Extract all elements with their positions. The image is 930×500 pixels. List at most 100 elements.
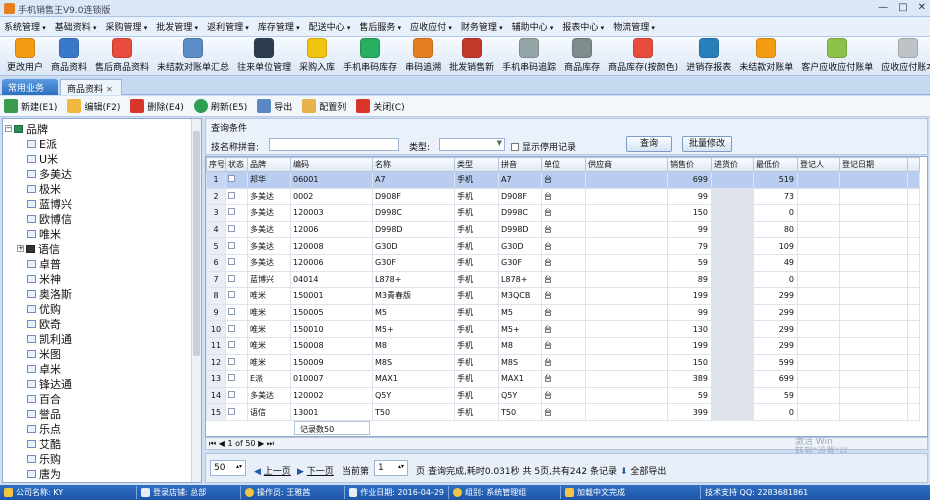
column-header[interactable]: 进货价: [711, 157, 754, 172]
next-icon[interactable]: ▶: [256, 439, 264, 448]
row-checkbox[interactable]: [228, 274, 235, 282]
menu-item-7[interactable]: 售后服务: [359, 20, 401, 33]
column-header[interactable]: 拼音: [498, 157, 542, 172]
table-row[interactable]: 1 邦华 06001 A7 手机 A7 台 699 519: [206, 171, 920, 189]
tree-item[interactable]: 米神: [27, 271, 61, 286]
tree-item[interactable]: E派: [27, 136, 57, 151]
row-checkbox[interactable]: [228, 208, 235, 216]
row-checkbox[interactable]: [228, 407, 235, 415]
menu-item-6[interactable]: 配送中心: [309, 20, 351, 33]
tree-item[interactable]: 乐点: [27, 421, 61, 436]
close-tab-icon[interactable]: ✕: [106, 85, 113, 94]
menu-item-11[interactable]: 报表中心: [562, 20, 604, 33]
tree-item[interactable]: 米图: [27, 346, 61, 361]
tree-item[interactable]: 唯米: [27, 226, 61, 241]
column-header[interactable]: 品牌: [247, 157, 291, 172]
tree-root[interactable]: − 品牌: [5, 121, 48, 136]
tree-item[interactable]: 乐购: [27, 451, 61, 466]
table-row[interactable]: 14 多美达 120002 Q5Y 手机 Q5Y 台 59 59: [206, 386, 920, 405]
table-row[interactable]: 2 多美达 0002 D908F 手机 D908F 台 99 73: [206, 187, 920, 206]
edit-button[interactable]: 编辑(F2): [67, 99, 120, 113]
menu-item-2[interactable]: 采购管理: [106, 20, 148, 33]
toolbar-button-9[interactable]: 手机串码追踪: [498, 37, 560, 75]
spinner-icon[interactable]: ▴▾: [236, 463, 242, 470]
tree-scrollbar[interactable]: [191, 119, 201, 482]
tree-item[interactable]: 极米: [27, 181, 61, 196]
tree-item[interactable]: 锋达通: [27, 376, 72, 391]
row-checkbox[interactable]: [228, 191, 235, 199]
toolbar-button-3[interactable]: 未结款对账单汇总: [153, 37, 233, 75]
toolbar-button-15[interactable]: 应收应付账本: [877, 37, 930, 75]
new-button[interactable]: 新建(E1): [4, 99, 57, 113]
menu-item-8[interactable]: 应收应付: [410, 20, 452, 33]
query-button[interactable]: 查询: [626, 136, 672, 152]
toolbar-button-13[interactable]: 未结款对账单: [735, 37, 797, 75]
toolbar-button-10[interactable]: 商品库存: [560, 37, 604, 75]
table-row[interactable]: 4 多美达 12006 D998D 手机 D998D 台 99 80: [206, 220, 920, 239]
row-checkbox[interactable]: [228, 175, 235, 183]
prev-icon[interactable]: ◀: [219, 439, 228, 448]
column-header[interactable]: 销售价: [667, 157, 712, 172]
menu-item-5[interactable]: 库存管理: [258, 20, 300, 33]
maximize-button[interactable]: □: [898, 2, 907, 13]
tree-item[interactable]: 誉品: [27, 406, 61, 421]
column-header[interactable]: 编码: [290, 157, 373, 172]
table-row[interactable]: 9 唯米 150005 M5 手机 M5 台 99 299: [206, 303, 920, 322]
table-row[interactable]: 8 唯米 150001 M3青春版 手机 M3QCB 台 199 299: [206, 287, 920, 305]
tree-scroll-thumb[interactable]: [193, 131, 200, 356]
table-row[interactable]: 6 多美达 120006 G30F 手机 G30F 台 59 49: [206, 253, 920, 272]
toolbar-button-7[interactable]: 串码追溯: [401, 37, 445, 75]
tree-item[interactable]: 蓝博兴: [27, 196, 72, 211]
row-checkbox[interactable]: [228, 291, 235, 299]
toolbar-button-0[interactable]: 更改用户: [3, 37, 47, 75]
row-checkbox[interactable]: [228, 225, 235, 233]
table-row[interactable]: 12 唯米 150009 M8S 手机 M8S 台 150 599: [206, 353, 920, 372]
tree-item[interactable]: 奥洛斯: [27, 286, 72, 301]
refresh-button[interactable]: 刷新(E5): [193, 99, 247, 113]
menu-item-12[interactable]: 物流管理: [613, 20, 655, 33]
toolbar-button-11[interactable]: 商品库存(按颜色): [604, 37, 682, 75]
column-header[interactable]: 状态: [225, 157, 248, 172]
show-disabled-checkbox[interactable]: 显示停用记录: [511, 140, 576, 153]
toolbar-button-4[interactable]: 往来单位管理: [233, 37, 295, 75]
first-page-icon[interactable]: ⏮: [209, 439, 219, 449]
current-page-input[interactable]: 1 ▴▾: [374, 460, 408, 476]
column-header[interactable]: 名称: [372, 157, 455, 172]
toolbar-button-2[interactable]: 售后商品资料: [91, 37, 153, 75]
table-row[interactable]: 5 多美达 120008 G30D 手机 G30D 台 79 109: [206, 237, 920, 255]
next-page-button[interactable]: ▶ 下一页: [297, 464, 334, 477]
delete-button[interactable]: 删除(E4): [130, 99, 184, 113]
column-header[interactable]: 序号: [206, 157, 226, 172]
tree-item[interactable]: 优购: [27, 301, 61, 316]
prev-page-button[interactable]: ◀ 上一页: [254, 464, 291, 477]
tab-common-business[interactable]: 常用业务: [2, 79, 58, 95]
tree-item[interactable]: + 语信: [17, 241, 60, 256]
tree-item[interactable]: 凯利通: [27, 331, 72, 346]
tree-item[interactable]: 欧奇: [27, 316, 61, 331]
row-checkbox[interactable]: [228, 391, 235, 399]
collapse-icon[interactable]: −: [5, 125, 12, 132]
close-window-button[interactable]: ✕: [918, 2, 926, 13]
name-pinyin-input[interactable]: [269, 138, 399, 151]
menu-item-9[interactable]: 财务管理: [461, 20, 503, 33]
export-button[interactable]: 导出: [257, 99, 292, 113]
column-header[interactable]: 单位: [541, 157, 586, 172]
toolbar-button-6[interactable]: 手机串码库存: [339, 37, 401, 75]
tree-item[interactable]: 百合: [27, 391, 61, 406]
tree-item[interactable]: 卓米: [27, 361, 61, 376]
column-header[interactable]: 登记人: [797, 157, 840, 172]
type-select[interactable]: ▼: [439, 138, 505, 151]
table-row[interactable]: 3 多美达 120003 D998C 手机 D998C 台 150 0: [206, 204, 920, 222]
column-header[interactable]: 类型: [454, 157, 499, 172]
menu-item-3[interactable]: 批发管理: [156, 20, 198, 33]
row-checkbox[interactable]: [228, 308, 235, 316]
toolbar-button-5[interactable]: 采购入库: [295, 37, 339, 75]
column-header[interactable]: 登记日期: [839, 157, 908, 172]
tree-item[interactable]: 多美达: [27, 166, 72, 181]
last-page-icon[interactable]: ⏭: [264, 439, 274, 449]
tab-product-info[interactable]: 商品资料 ✕: [60, 79, 122, 95]
row-checkbox[interactable]: [228, 357, 235, 365]
tree-item[interactable]: U米: [27, 151, 58, 166]
export-all-button[interactable]: ⬇ 全部导出: [620, 464, 666, 477]
spinner-icon[interactable]: ▴▾: [398, 463, 404, 470]
